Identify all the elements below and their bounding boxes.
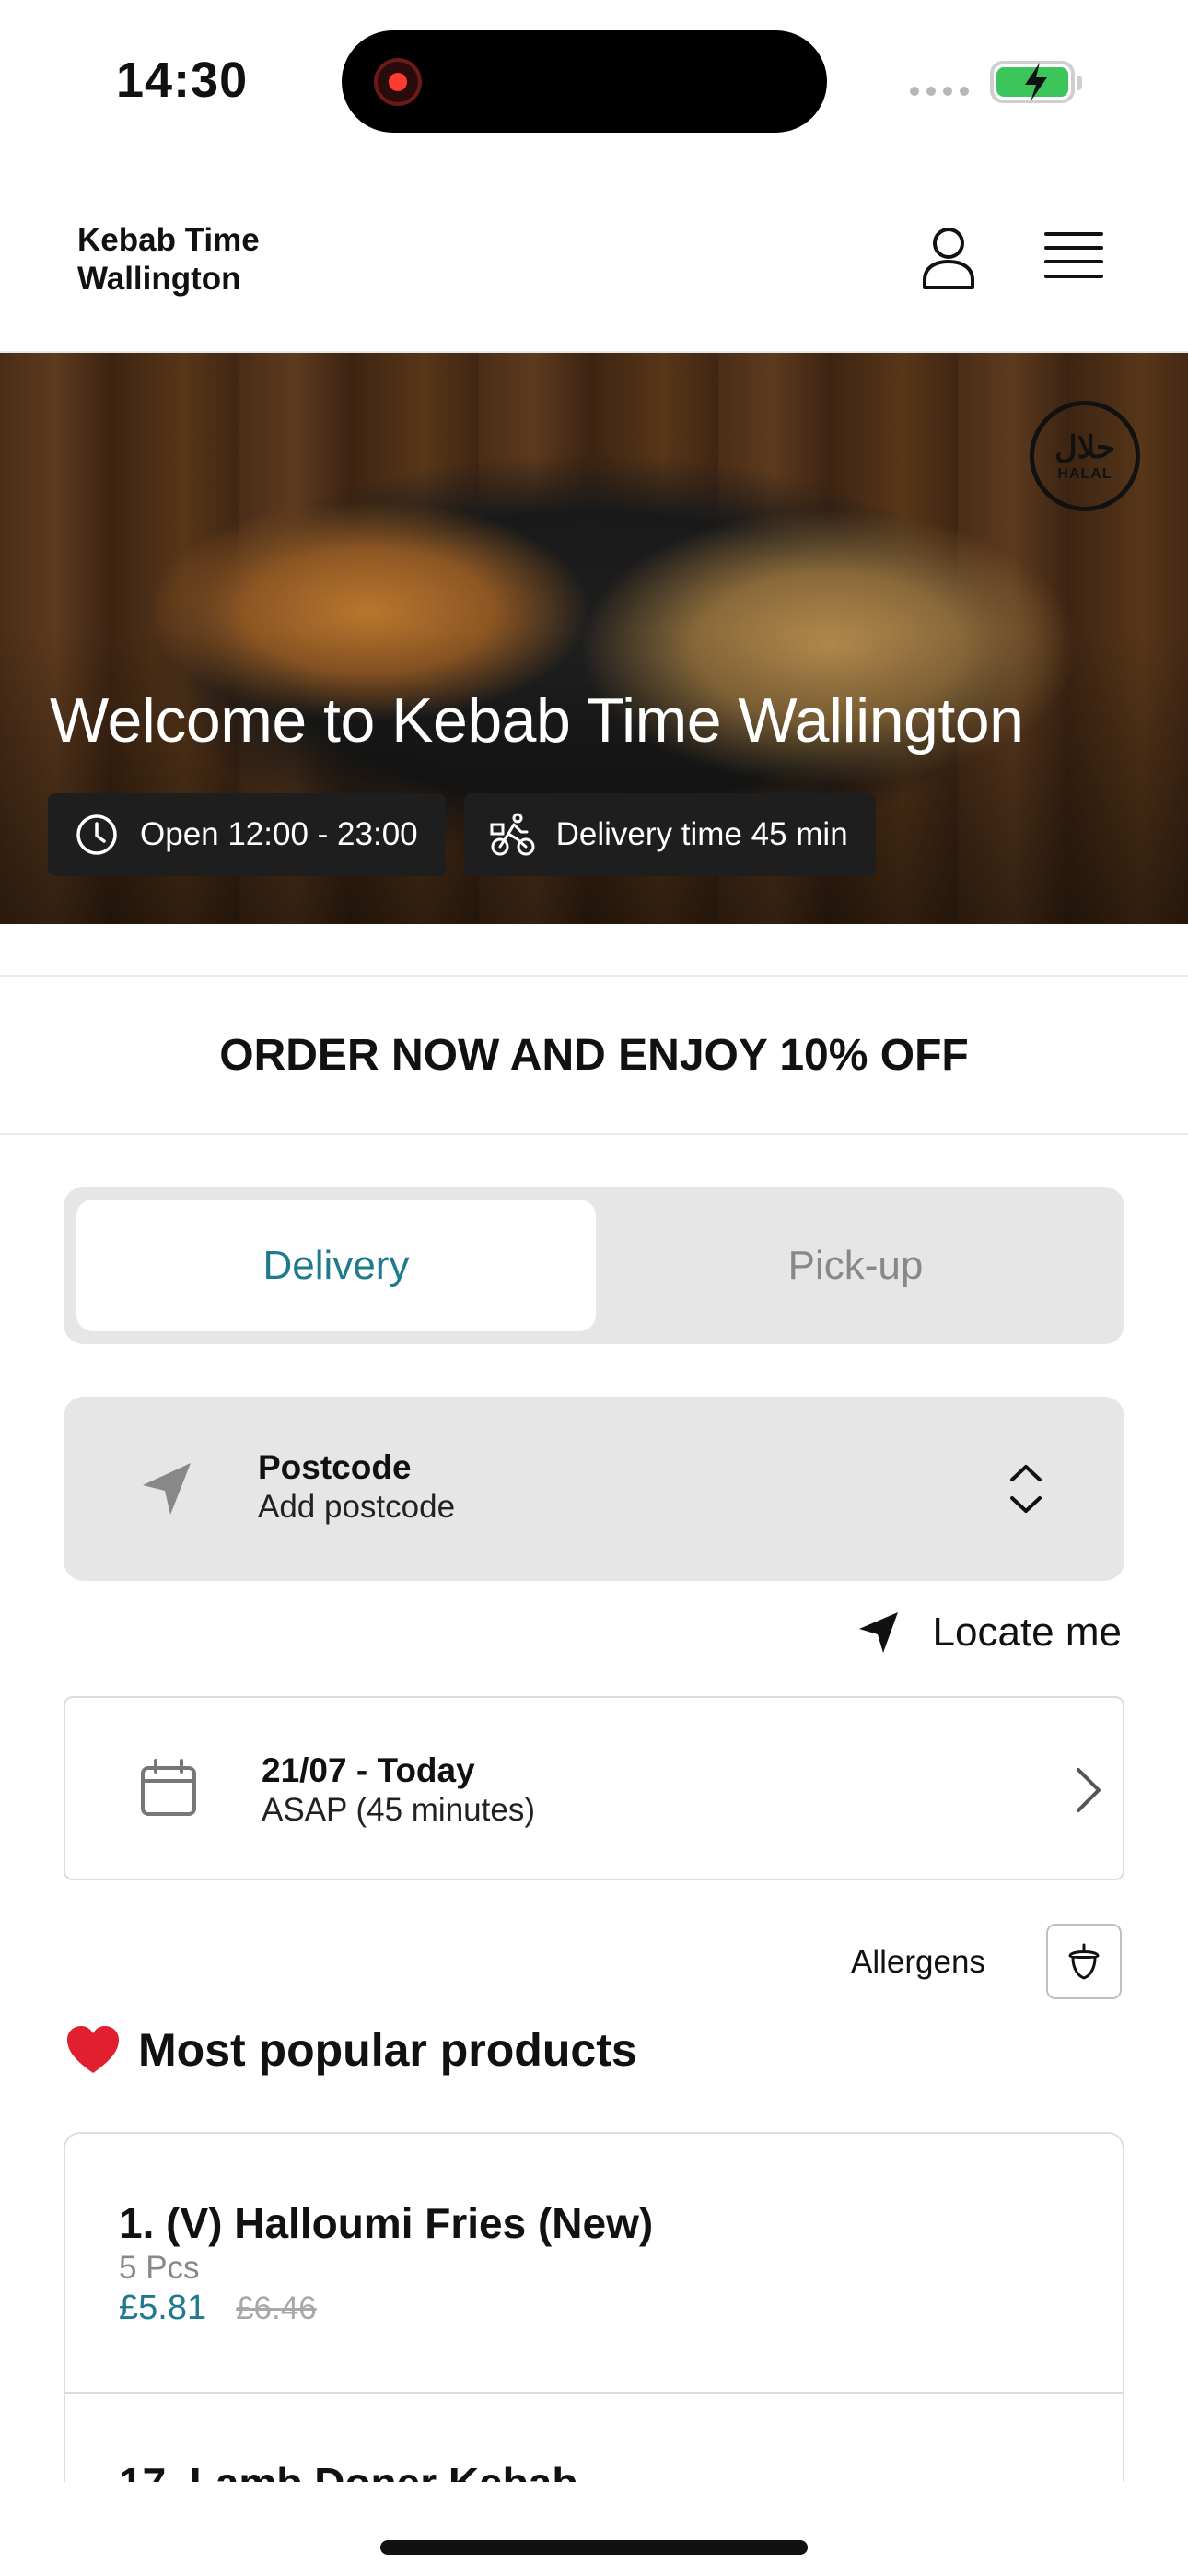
acorn-icon	[1068, 1943, 1100, 1980]
product-description: 5 Pcs	[119, 2250, 200, 2286]
delivery-tab[interactable]: Delivery	[76, 1200, 596, 1331]
site-header: Kebab Time Wallington	[0, 184, 1188, 353]
cellular-signal-icon	[910, 87, 969, 96]
postcode-label: Postcode	[258, 1448, 412, 1486]
popular-products-list: 1. (V) Halloumi Fries (New) 5 Pcs £5.81 …	[64, 2132, 1124, 2482]
allergens-button[interactable]	[1046, 1924, 1122, 1999]
product-old-price: £6.46	[236, 2290, 317, 2326]
user-account-icon[interactable]	[919, 225, 978, 291]
battery-icon	[990, 61, 1082, 103]
postcode-selector[interactable]: Postcode Add postcode	[64, 1397, 1124, 1581]
hero-title: Welcome to Kebab Time Wallington	[50, 685, 1024, 755]
delivery-schedule-selector[interactable]: 21/07 - Today ASAP (45 minutes)	[64, 1696, 1124, 1880]
product-price: £5.81	[119, 2289, 207, 2327]
product-prices: £5.81 £6.46	[119, 2289, 317, 2328]
pickup-tab[interactable]: Pick-up	[596, 1200, 1115, 1331]
delivery-time-badge: Delivery time 45 min	[463, 793, 876, 876]
product-name: 1. (V) Halloumi Fries (New)	[119, 2199, 654, 2247]
brand-name[interactable]: Kebab Time Wallington	[77, 221, 354, 299]
popular-section-title: Most popular products	[64, 2023, 637, 2077]
order-type-toggle: Delivery Pick-up	[64, 1187, 1124, 1344]
status-time: 14:30	[116, 53, 249, 108]
status-bar: 14:30	[0, 0, 1188, 157]
recording-indicator-icon	[374, 58, 422, 106]
product-card[interactable]: 17. Lamb Doner Kebab	[65, 2394, 1123, 2482]
promo-banner: ORDER NOW AND ENJOY 10% OFF	[0, 975, 1188, 1135]
schedule-time: ASAP (45 minutes)	[262, 1792, 535, 1828]
halal-badge-text: HALAL	[1057, 466, 1112, 482]
chevron-up-down-icon	[1010, 1465, 1042, 1513]
brand-line-2: Wallington	[77, 261, 241, 297]
location-arrow-icon	[858, 1612, 898, 1653]
halal-badge-arabic: حلال	[1054, 429, 1115, 466]
postcode-value: Add postcode	[258, 1489, 456, 1525]
brand-line-1: Kebab Time	[77, 222, 260, 258]
opening-hours-badge: Open 12:00 - 23:00	[48, 793, 446, 876]
heart-icon	[67, 2026, 119, 2073]
product-card[interactable]: 1. (V) Halloumi Fries (New) 5 Pcs £5.81 …	[65, 2134, 1123, 2394]
hero-info-badges: Open 12:00 - 23:00 Delivery time 45 min	[48, 793, 876, 876]
product-name: 17. Lamb Doner Kebab	[119, 2458, 577, 2482]
locate-me-button[interactable]: Locate me	[856, 1609, 1122, 1657]
dynamic-island	[342, 30, 827, 133]
delivery-time-text: Delivery time 45 min	[555, 816, 848, 852]
home-indicator[interactable]	[380, 2540, 808, 2555]
hero-banner: حلال HALAL Welcome to Kebab Time Walling…	[0, 353, 1188, 924]
allergens-label: Allergens	[851, 1944, 985, 1980]
hamburger-menu-icon[interactable]	[1044, 230, 1103, 282]
opening-hours-text: Open 12:00 - 23:00	[140, 816, 418, 852]
popular-title-text: Most popular products	[138, 2024, 637, 2076]
locate-me-label: Locate me	[932, 1610, 1122, 1655]
halal-badge: حلال HALAL	[1030, 401, 1140, 511]
clock-icon	[76, 814, 117, 855]
calendar-icon	[141, 1759, 196, 1816]
schedule-date: 21/07 - Today	[262, 1751, 475, 1789]
bicycle-courier-icon	[490, 813, 535, 856]
navigation-arrow-icon	[143, 1463, 191, 1515]
chevron-right-icon	[1077, 1768, 1101, 1812]
